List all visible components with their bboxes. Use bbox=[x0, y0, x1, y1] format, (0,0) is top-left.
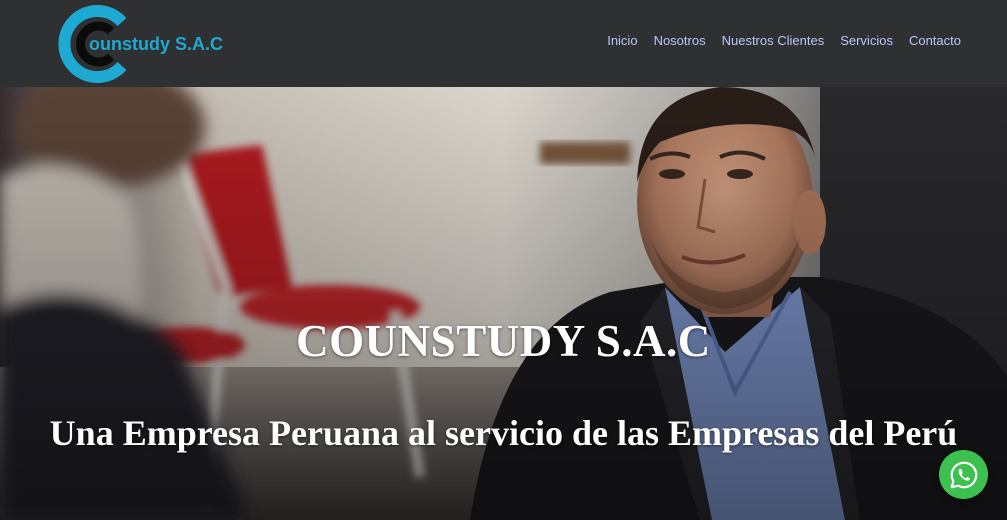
nav-nosotros[interactable]: Nosotros bbox=[654, 33, 706, 48]
hero-section: COUNSTUDY S.A.C Una Empresa Peruana al s… bbox=[0, 87, 1007, 520]
whatsapp-icon bbox=[950, 461, 977, 488]
main-nav: Inicio Nosotros Nuestros Clientes Servic… bbox=[607, 33, 961, 48]
site-header: ounstudy S.A.C Inicio Nosotros Nuestros … bbox=[0, 0, 1007, 87]
logo[interactable]: ounstudy S.A.C bbox=[56, 4, 226, 84]
nav-contacto[interactable]: Contacto bbox=[909, 33, 961, 48]
nav-nuestros-clientes[interactable]: Nuestros Clientes bbox=[722, 33, 825, 48]
logo-text: ounstudy S.A.C bbox=[89, 34, 223, 54]
hero-title: COUNSTUDY S.A.C bbox=[296, 316, 711, 366]
whatsapp-button[interactable] bbox=[939, 450, 988, 499]
nav-servicios[interactable]: Servicios bbox=[840, 33, 893, 48]
hero-subtitle: Una Empresa Peruana al servicio de las E… bbox=[49, 413, 958, 453]
nav-inicio[interactable]: Inicio bbox=[607, 33, 637, 48]
